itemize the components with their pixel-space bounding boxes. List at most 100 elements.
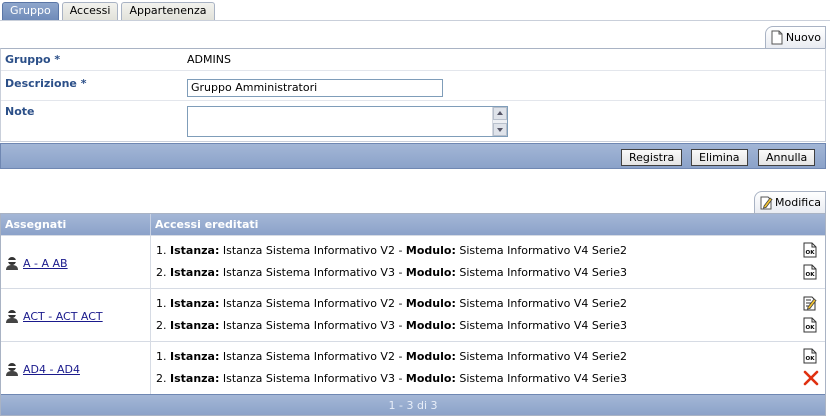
access-number: 1. [156, 350, 167, 363]
user-link-label[interactable]: A - A AB [23, 258, 68, 270]
modulo-value: Sistema Informativo V4 Serie2 [459, 297, 627, 310]
ok-doc-icon[interactable]: OK [803, 242, 817, 258]
registra-button[interactable]: Registra [621, 149, 683, 166]
modulo-label: Modulo: [405, 244, 456, 257]
tab-bar: Gruppo Accessi Appartenenza [2, 2, 215, 20]
istanza-label: Istanza: [170, 244, 220, 257]
ok-doc-icon[interactable]: OK [803, 317, 817, 333]
gruppo-value: ADMINS [187, 53, 231, 66]
separator: - [398, 297, 403, 310]
access-number: 1. [156, 244, 167, 257]
istanza-label: Istanza: [170, 319, 220, 332]
access-number: 2. [156, 266, 167, 279]
modulo-label: Modulo: [405, 266, 456, 279]
svg-text:OK: OK [806, 272, 816, 278]
edit-button-label: Modifica [775, 196, 821, 209]
access-item: 1. Istanza: Istanza Sistema Informativo … [156, 297, 627, 310]
access-number: 2. [156, 319, 167, 332]
ok-doc-icon[interactable]: OK [803, 264, 817, 280]
tab-gruppo[interactable]: Gruppo [2, 2, 59, 20]
accessi-cell: 1. Istanza: Istanza Sistema Informativo … [151, 289, 825, 341]
modulo-label: Modulo: [405, 297, 456, 310]
user-link[interactable]: AD4 - AD4 [5, 362, 80, 376]
istanza-label: Istanza: [170, 266, 220, 279]
new-button-label: Nuovo [785, 31, 821, 44]
ok-doc-icon[interactable]: OK [803, 348, 817, 364]
istanza-value: Istanza Sistema Informativo V3 [222, 372, 395, 385]
note-label: Note [5, 105, 35, 118]
access-item: 2. Istanza: Istanza Sistema Informativo … [156, 319, 627, 332]
user-icon [6, 310, 18, 323]
user-icon [6, 363, 18, 376]
istanza-label: Istanza: [170, 297, 220, 310]
gruppo-row: Gruppo * ADMINS [1, 49, 825, 71]
access-item: 1. Istanza: Istanza Sistema Informativo … [156, 350, 627, 363]
assegnato-cell: A - A AB [1, 236, 151, 288]
user-link[interactable]: ACT - ACT ACT [5, 309, 103, 323]
assegnato-cell: ACT - ACT ACT [1, 289, 151, 341]
access-number: 2. [156, 372, 167, 385]
gruppo-label: Gruppo * [5, 53, 61, 66]
access-number: 1. [156, 297, 167, 310]
accessi-cell: 1. Istanza: Istanza Sistema Informativo … [151, 236, 825, 288]
modulo-label: Modulo: [405, 350, 456, 363]
istanza-value: Istanza Sistema Informativo V2 [222, 297, 395, 310]
user-icon [6, 257, 18, 270]
access-item: 2. Istanza: Istanza Sistema Informativo … [156, 266, 627, 279]
istanza-label: Istanza: [170, 372, 220, 385]
accessi-table: Assegnati Accessi ereditati A - A AB 1. I… [0, 213, 826, 416]
modulo-value: Sistema Informativo V4 Serie3 [459, 266, 627, 279]
col-accessi: Accessi ereditati [155, 218, 259, 231]
edit-button[interactable]: Modifica [754, 191, 826, 213]
user-link[interactable]: A - A AB [5, 256, 68, 270]
scroll-up-icon[interactable] [493, 107, 507, 120]
access-item: 1. Istanza: Istanza Sistema Informativo … [156, 244, 627, 257]
user-link-label[interactable]: AD4 - AD4 [23, 364, 80, 376]
form-action-bar: Registra Elimina Annulla [0, 143, 826, 169]
svg-text:OK: OK [806, 356, 816, 362]
elimina-button[interactable]: Elimina [691, 149, 748, 166]
table-row: A - A AB 1. Istanza: Istanza Sistema Info… [1, 235, 825, 288]
modulo-value: Sistema Informativo V4 Serie2 [459, 350, 627, 363]
modulo-label: Modulo: [405, 319, 456, 332]
istanza-value: Istanza Sistema Informativo V2 [222, 244, 395, 257]
edit-doc-icon [760, 196, 773, 210]
pagination: 1 - 3 di 3 [1, 394, 825, 415]
istanza-value: Istanza Sistema Informativo V2 [222, 350, 395, 363]
istanza-label: Istanza: [170, 350, 220, 363]
istanza-value: Istanza Sistema Informativo V3 [222, 319, 395, 332]
separator: - [398, 266, 403, 279]
assegnato-cell: AD4 - AD4 [1, 342, 151, 394]
svg-text:OK: OK [806, 325, 816, 331]
istanza-value: Istanza Sistema Informativo V3 [222, 266, 395, 279]
col-assegnati: Assegnati [1, 214, 151, 235]
table-row: AD4 - AD4 1. Istanza: Istanza Sistema Inf… [1, 341, 825, 394]
descrizione-field[interactable]: Gruppo Amministratori [187, 79, 443, 97]
delete-icon[interactable] [803, 370, 819, 386]
separator: - [398, 244, 403, 257]
tab-accessi[interactable]: Accessi [61, 2, 119, 20]
edit-doc-icon[interactable] [803, 295, 817, 311]
descrizione-label: Descrizione * [5, 77, 87, 90]
modulo-label: Modulo: [405, 372, 456, 385]
table-row: ACT - ACT ACT 1. Istanza: Istanza Sistema… [1, 288, 825, 341]
modulo-value: Sistema Informativo V4 Serie2 [459, 244, 627, 257]
tabs-divider [0, 20, 830, 21]
accessi-cell: 1. Istanza: Istanza Sistema Informativo … [151, 342, 825, 394]
new-doc-icon [771, 30, 783, 45]
annulla-button[interactable]: Annulla [758, 149, 816, 166]
table-header: Assegnati Accessi ereditati [1, 214, 825, 235]
access-item: 2. Istanza: Istanza Sistema Informativo … [156, 372, 627, 385]
modulo-value: Sistema Informativo V4 Serie3 [459, 319, 627, 332]
modulo-value: Sistema Informativo V4 Serie3 [459, 372, 627, 385]
tab-appartenenza[interactable]: Appartenenza [121, 2, 215, 20]
svg-text:OK: OK [806, 250, 816, 256]
note-textarea[interactable] [187, 106, 508, 137]
separator: - [398, 350, 403, 363]
user-link-label[interactable]: ACT - ACT ACT [23, 311, 103, 323]
separator: - [398, 372, 403, 385]
note-scrollbar[interactable] [492, 107, 507, 136]
separator: - [398, 319, 403, 332]
new-button[interactable]: Nuovo [764, 26, 826, 48]
scroll-down-icon[interactable] [493, 123, 507, 136]
